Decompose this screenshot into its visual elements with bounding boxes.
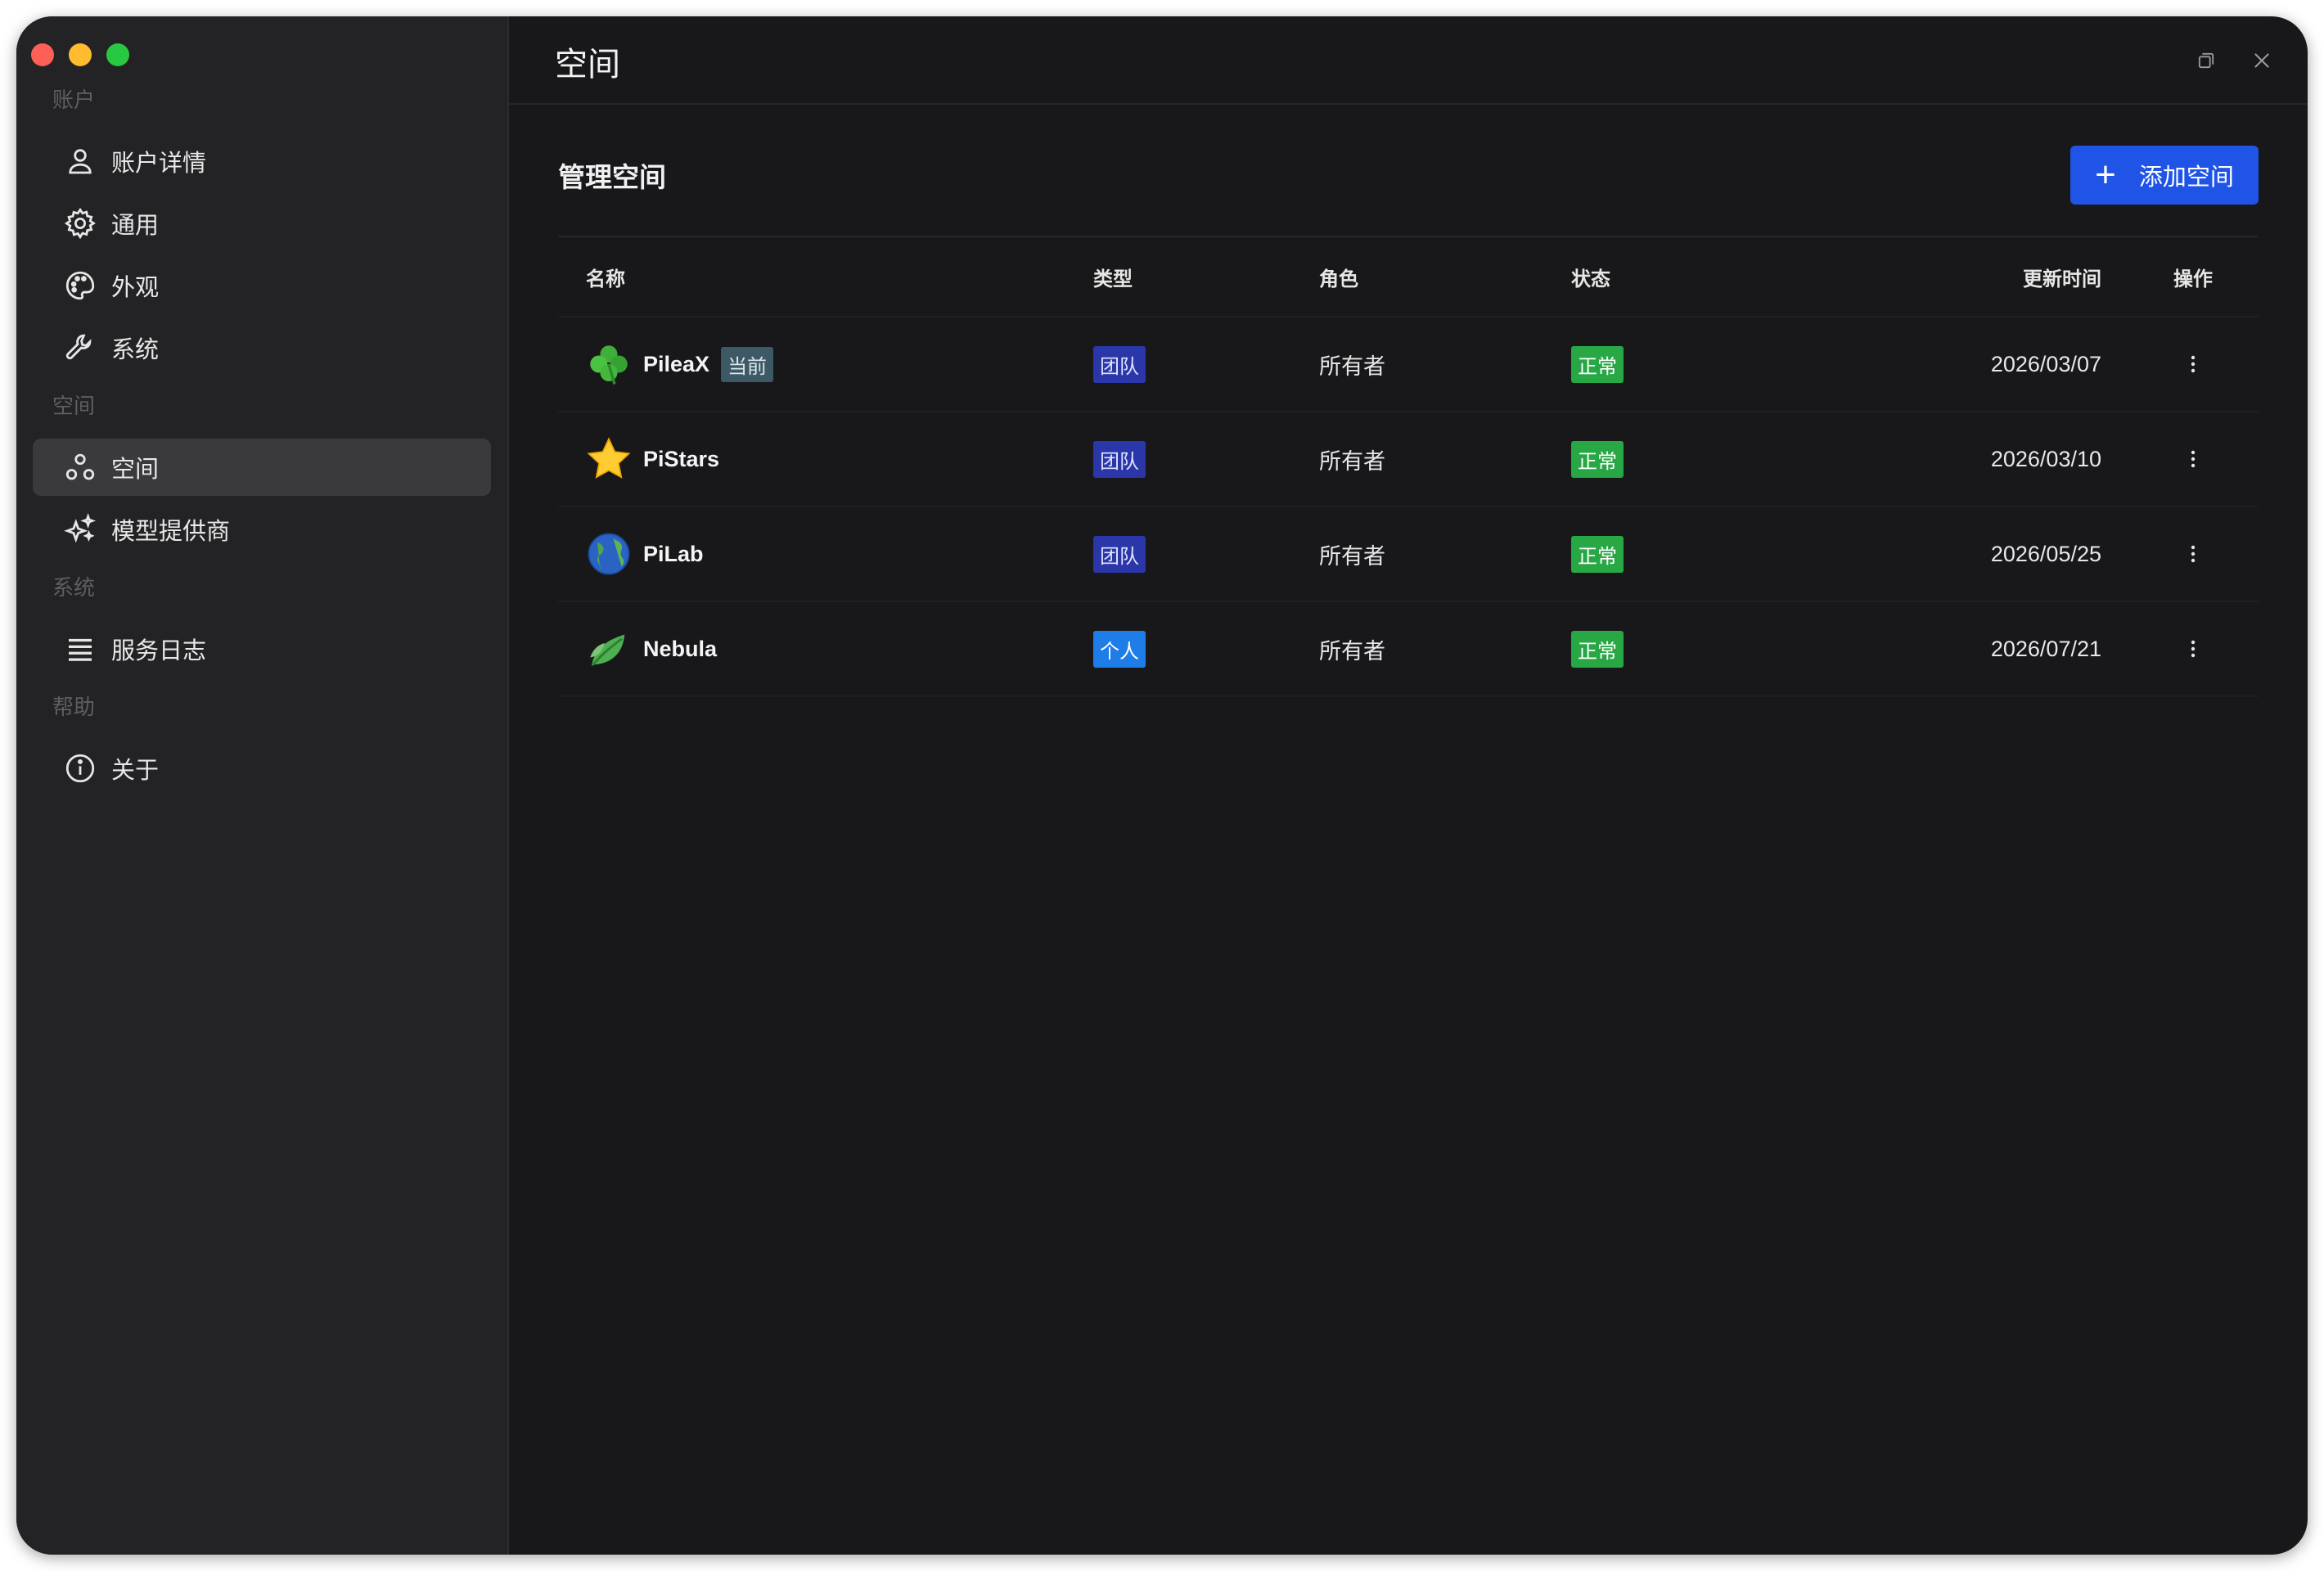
more-actions-button[interactable] bbox=[2177, 632, 2209, 665]
window-controls bbox=[31, 43, 129, 66]
sidebar-item-account-details[interactable]: 账户详情 bbox=[33, 133, 491, 190]
sidebar-item-general[interactable]: 通用 bbox=[33, 195, 491, 252]
clover-icon bbox=[586, 341, 632, 387]
type-badge: 团队 bbox=[1093, 440, 1146, 478]
column-header-type[interactable]: 类型 bbox=[1093, 237, 1133, 316]
type-badge: 团队 bbox=[1093, 345, 1146, 383]
close-button[interactable] bbox=[2247, 46, 2277, 75]
list-icon bbox=[62, 631, 98, 667]
role-text: 所有者 bbox=[1319, 448, 1385, 474]
sidebar-item-label: 关于 bbox=[111, 758, 160, 784]
more-vertical-icon bbox=[2191, 545, 2196, 563]
column-header-status[interactable]: 状态 bbox=[1571, 237, 1610, 316]
table-header: 名称 类型 角色 状态 更新时间 操作 bbox=[558, 237, 2259, 317]
minimize-window-button[interactable] bbox=[69, 43, 92, 66]
page-title: 空间 bbox=[555, 47, 620, 83]
space-name: Nebula bbox=[643, 636, 718, 661]
more-vertical-icon bbox=[2191, 355, 2196, 373]
sidebar-item-label: 通用 bbox=[111, 213, 160, 239]
leaf-icon bbox=[586, 626, 632, 672]
status-badge: 正常 bbox=[1571, 630, 1624, 668]
sidebar: 账户 账户详情 通用 外观 系统 空间 空间 模型提供商 系统 服务日志 帮助 … bbox=[16, 16, 509, 1555]
updated-date: 2026/05/25 bbox=[1990, 541, 2101, 566]
section-label-system: 系统 bbox=[52, 575, 96, 600]
role-text: 所有者 bbox=[1319, 638, 1385, 664]
more-actions-button[interactable] bbox=[2177, 348, 2209, 380]
add-space-button-label: 添加空间 bbox=[2138, 164, 2234, 191]
restore-icon bbox=[2198, 52, 2214, 69]
status-badge: 正常 bbox=[1571, 440, 1624, 478]
sidebar-item-label: 服务日志 bbox=[111, 638, 207, 664]
globe-icon bbox=[586, 531, 632, 577]
sidebar-item-about[interactable]: 关于 bbox=[33, 740, 491, 797]
current-tag: 当前 bbox=[721, 346, 774, 382]
title-bar: 空间 bbox=[509, 16, 2308, 105]
more-vertical-icon bbox=[2191, 450, 2196, 468]
section-label-account: 账户 bbox=[52, 88, 96, 112]
zoom-window-button[interactable] bbox=[106, 43, 129, 66]
sidebar-item-model-providers[interactable]: 模型提供商 bbox=[33, 501, 491, 558]
space-name: PiLab bbox=[643, 541, 704, 566]
space-name: PiStars bbox=[643, 446, 720, 471]
close-icon bbox=[2254, 53, 2269, 68]
spaces-icon bbox=[62, 449, 98, 485]
sidebar-item-label: 空间 bbox=[111, 457, 160, 483]
sidebar-item-service-logs[interactable]: 服务日志 bbox=[33, 620, 491, 677]
column-header-action: 操作 bbox=[2173, 268, 2213, 290]
column-header-updated[interactable]: 更新时间 bbox=[2023, 237, 2101, 316]
sidebar-item-label: 账户详情 bbox=[111, 151, 207, 177]
sidebar-item-label: 系统 bbox=[111, 337, 160, 363]
column-header-role[interactable]: 角色 bbox=[1319, 237, 1358, 316]
type-badge: 团队 bbox=[1093, 535, 1146, 573]
wrench-icon bbox=[62, 330, 98, 366]
more-actions-button[interactable] bbox=[2177, 443, 2209, 475]
plus-icon: + bbox=[2095, 155, 2116, 195]
column-header-name[interactable]: 名称 bbox=[586, 237, 625, 316]
table-row[interactable]: PileaX 当前 团队 所有者 正常 2026/03/07 bbox=[558, 317, 2259, 412]
table-row[interactable]: Nebula 个人 所有者 正常 2026/07/21 bbox=[558, 602, 2259, 697]
close-window-button[interactable] bbox=[31, 43, 54, 66]
table-row[interactable]: PiStars 团队 所有者 正常 2026/03/10 bbox=[558, 412, 2259, 507]
section-label-help: 帮助 bbox=[52, 695, 96, 719]
gear-icon bbox=[62, 205, 98, 241]
updated-date: 2026/03/07 bbox=[1990, 351, 2101, 376]
role-text: 所有者 bbox=[1319, 543, 1385, 569]
status-badge: 正常 bbox=[1571, 535, 1624, 573]
status-badge: 正常 bbox=[1571, 345, 1624, 383]
sidebar-item-system[interactable]: 系统 bbox=[33, 319, 491, 376]
space-name: PileaX bbox=[643, 351, 710, 376]
spaces-table: 名称 类型 角色 状态 更新时间 操作 PileaX 当前 团队 所有者 正常 bbox=[558, 236, 2259, 697]
sidebar-item-appearance[interactable]: 外观 bbox=[33, 257, 491, 314]
more-actions-button[interactable] bbox=[2177, 538, 2209, 570]
updated-date: 2026/03/10 bbox=[1990, 446, 2101, 471]
updated-date: 2026/07/21 bbox=[1990, 636, 2101, 661]
sidebar-item-label: 模型提供商 bbox=[111, 519, 231, 545]
sidebar-item-label: 外观 bbox=[111, 275, 160, 301]
sparkles-icon bbox=[62, 511, 98, 547]
table-row[interactable]: PiLab 团队 所有者 正常 2026/05/25 bbox=[558, 507, 2259, 602]
add-space-button[interactable]: + 添加空间 bbox=[2070, 146, 2259, 205]
star-icon bbox=[586, 436, 632, 482]
palette-icon bbox=[62, 268, 98, 304]
more-vertical-icon bbox=[2191, 640, 2196, 658]
info-icon bbox=[62, 750, 98, 786]
app-window: 账户 账户详情 通用 外观 系统 空间 空间 模型提供商 系统 服务日志 帮助 … bbox=[16, 16, 2308, 1555]
role-text: 所有者 bbox=[1319, 353, 1385, 379]
section-label-spaces: 空间 bbox=[52, 394, 96, 418]
main-content: 空间 管理空间 + 添加空间 名称 类型 角色 状态 更新时间 操作 Pilea… bbox=[509, 16, 2308, 1555]
section-title: 管理空间 bbox=[558, 162, 666, 192]
restore-button[interactable] bbox=[2191, 46, 2221, 75]
user-icon bbox=[62, 143, 98, 179]
sidebar-item-spaces[interactable]: 空间 bbox=[33, 439, 491, 496]
type-badge: 个人 bbox=[1093, 630, 1146, 668]
